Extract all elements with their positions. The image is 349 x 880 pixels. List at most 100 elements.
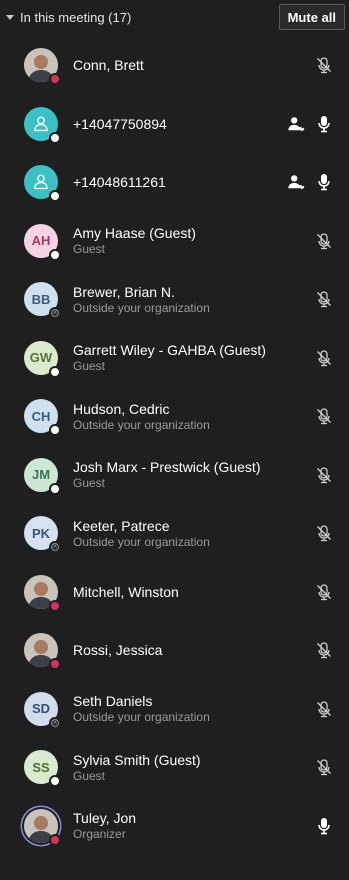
row-actions	[287, 115, 333, 133]
avatar-container	[24, 633, 61, 671]
avatar-container	[24, 106, 61, 144]
participant-name: Conn, Brett	[73, 57, 144, 74]
presence-available-icon	[49, 365, 61, 378]
participant-info: Amy Haase (Guest) Guest	[73, 225, 349, 256]
row-actions	[287, 173, 333, 191]
phone-user-icon	[287, 115, 305, 133]
mic-muted-icon[interactable]	[315, 56, 333, 74]
participant-row[interactable]: Rossi, Jessica	[0, 621, 349, 680]
participant-role: Guest	[73, 242, 106, 257]
participant-name: Amy Haase (Guest)	[73, 225, 196, 242]
avatar-container: SS	[24, 750, 61, 788]
row-actions	[315, 466, 333, 484]
avatar-container: JM	[24, 457, 61, 495]
row-actions	[315, 290, 333, 308]
participant-info: Mitchell, Winston	[73, 584, 349, 600]
participants-header: In this meeting (17) Mute all	[0, 0, 349, 34]
participant-row[interactable]: Mitchell, Winston	[0, 563, 349, 622]
participant-info: Brewer, Brian N. Outside your organizatio…	[73, 284, 349, 315]
avatar-container: GW	[24, 340, 61, 378]
mic-on-icon[interactable]	[315, 817, 333, 835]
avatar-container: CH	[24, 399, 61, 437]
row-actions	[315, 758, 333, 776]
presence-available-icon	[49, 424, 61, 437]
row-actions	[315, 349, 333, 367]
row-actions	[315, 56, 333, 74]
participant-row[interactable]: CH Hudson, Cedric Outside your organizatio…	[0, 387, 349, 446]
avatar-container	[24, 165, 61, 203]
participant-name: Seth Daniels	[73, 693, 153, 710]
mic-muted-icon[interactable]	[315, 641, 333, 659]
participant-name: Sylvia Smith (Guest)	[73, 751, 201, 768]
avatar-container	[24, 808, 61, 846]
mic-muted-icon[interactable]	[315, 758, 333, 776]
mic-muted-icon[interactable]	[315, 290, 333, 308]
participant-info: Rossi, Jessica	[73, 642, 349, 658]
participant-role: Organizer	[73, 827, 126, 842]
participant-info: Seth Daniels Outside your organization	[73, 693, 349, 724]
participant-name: Josh Marx - Prestwick (Guest)	[73, 459, 261, 476]
participant-info: Hudson, Cedric Outside your organization	[73, 401, 349, 432]
participant-row[interactable]: SD Seth DanielsOutside your organization	[0, 680, 349, 739]
participant-row[interactable]: AH Amy Haase (Guest) Guest	[0, 212, 349, 271]
mic-muted-icon[interactable]	[315, 466, 333, 484]
participant-name: Mitchell, Winston	[73, 583, 179, 600]
participant-name: Rossi, Jessica	[73, 642, 163, 659]
participant-role: Outside your organization	[73, 300, 210, 315]
mic-muted-icon[interactable]	[315, 583, 333, 601]
section-title[interactable]: In this meeting (17)	[20, 10, 279, 25]
row-actions	[315, 583, 333, 601]
avatar-container	[24, 48, 61, 86]
participant-row[interactable]: PK Keeter, PatreceOutside your organizati…	[0, 504, 349, 563]
avatar-container	[24, 574, 61, 612]
participant-row[interactable]: +14047750894	[0, 95, 349, 154]
participant-name: Hudson, Cedric	[73, 400, 170, 417]
participant-role: Outside your organization	[73, 534, 210, 549]
presence-offline-icon	[49, 716, 61, 729]
presence-available-icon	[49, 248, 61, 261]
presence-offline-icon	[49, 306, 61, 320]
row-actions	[315, 232, 333, 250]
presence-busy-icon	[49, 599, 61, 612]
mic-muted-icon[interactable]	[315, 524, 333, 542]
mute-all-button[interactable]: Mute all	[278, 4, 345, 30]
participant-row[interactable]: JM Josh Marx - Prestwick (Guest) Guest	[0, 446, 349, 505]
participant-info: Garrett Wiley - GAHBA (Guest) Guest	[73, 342, 349, 373]
participant-info: Conn, Brett	[73, 57, 349, 73]
avatar-container: AH	[24, 223, 61, 261]
mic-muted-icon[interactable]	[315, 407, 333, 425]
presence-available-icon	[49, 482, 61, 495]
participant-row[interactable]: Conn, Brett	[0, 36, 349, 95]
avatar-container: BB	[24, 282, 61, 320]
participant-role: Guest	[73, 476, 106, 491]
participant-role: Outside your organization	[73, 710, 210, 725]
row-actions	[315, 407, 333, 425]
participant-name: Keeter, Patrece	[73, 517, 170, 534]
participant-info: Josh Marx - Prestwick (Guest) Guest	[73, 459, 349, 490]
participant-role: Guest	[73, 768, 106, 783]
avatar-container: PK	[24, 516, 61, 554]
participant-info: Tuley, Jon Organizer	[73, 810, 349, 841]
participant-name: Tuley, Jon	[73, 810, 137, 827]
mic-muted-icon[interactable]	[315, 700, 333, 718]
row-actions	[315, 641, 333, 659]
collapse-caret-icon[interactable]	[6, 15, 14, 20]
mic-on-icon[interactable]	[315, 115, 333, 133]
participant-row[interactable]: Tuley, Jon Organizer	[0, 797, 349, 856]
participant-list: Conn, Brett +14047750894 +14048611261 AH Amy…	[0, 36, 349, 855]
participant-row[interactable]: SS Sylvia Smith (Guest) Guest	[0, 738, 349, 797]
participant-name: Brewer, Brian N.	[73, 283, 175, 300]
mic-muted-icon[interactable]	[315, 349, 333, 367]
row-actions	[315, 700, 333, 718]
presence-available-icon	[49, 190, 61, 203]
participant-info: Keeter, Patrece Outside your organization	[73, 518, 349, 549]
row-actions	[315, 524, 333, 542]
participant-row[interactable]: +14048611261	[0, 153, 349, 212]
mic-on-icon[interactable]	[315, 173, 333, 191]
participant-row[interactable]: GW Garrett Wiley - GAHBA (Guest) Guest	[0, 329, 349, 388]
participant-info: Sylvia Smith (Guest) Guest	[73, 752, 349, 783]
avatar-container: SD	[24, 691, 61, 729]
presence-offline-icon	[49, 540, 61, 554]
participant-row[interactable]: BB Brewer, Brian N.Outside your organizat…	[0, 270, 349, 329]
mic-muted-icon[interactable]	[315, 232, 333, 250]
